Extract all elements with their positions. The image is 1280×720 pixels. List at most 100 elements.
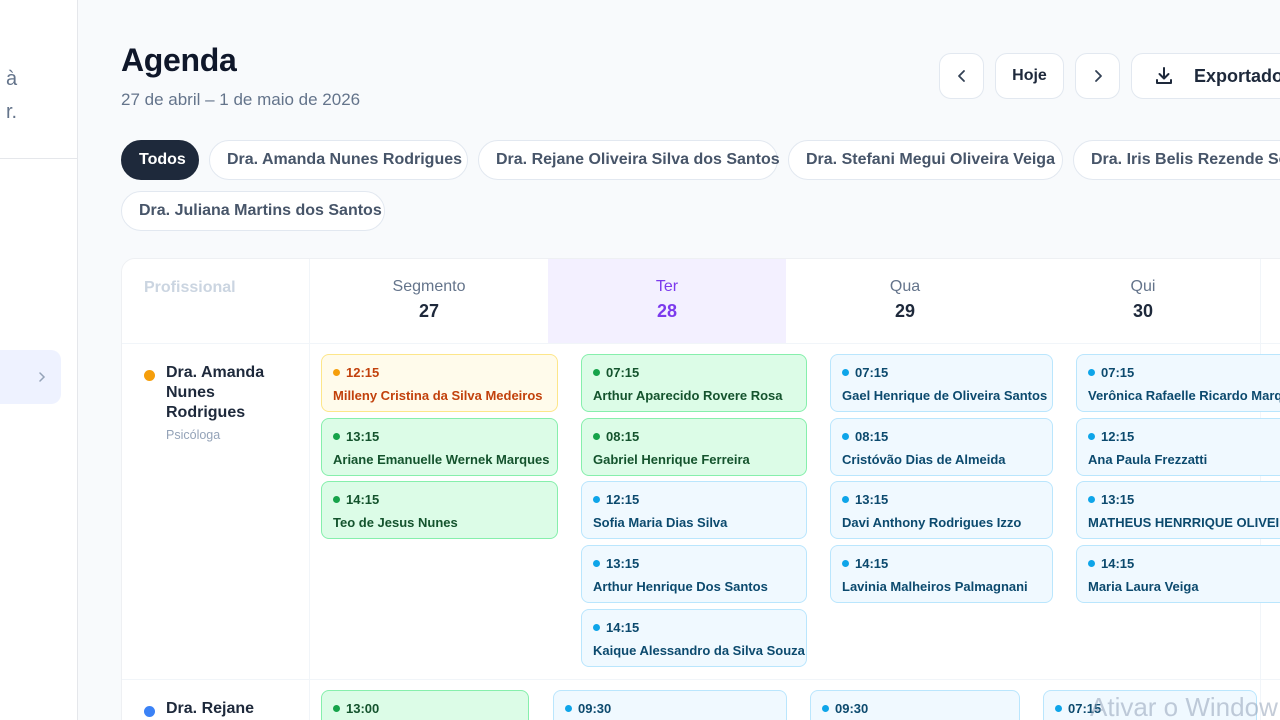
day-header-tue-today[interactable]: Ter 28 xyxy=(548,259,786,343)
professional-name: Dra. Rejane Oliveira Si xyxy=(166,700,255,717)
chevron-right-icon xyxy=(1094,70,1102,82)
appointment-time: 12:15 xyxy=(1101,429,1135,444)
appointment-card[interactable]: 13:00 xyxy=(321,690,529,720)
appointment-card[interactable]: 12:15 Milleny Cristina da Silva Medeiros xyxy=(321,354,558,412)
patient-name: Gabriel Henrique Ferreira xyxy=(593,452,750,467)
date-range: 27 de abril – 1 de maio de 2026 xyxy=(121,90,361,109)
appointment-card[interactable]: 09:30 xyxy=(810,690,1020,720)
professional-role: Psicóloga xyxy=(166,428,221,442)
appointment-card[interactable]: 07:15 Gael Henrique de Oliveira Santos xyxy=(830,354,1053,412)
appointment-card[interactable]: 09:30 xyxy=(553,690,787,720)
status-dot xyxy=(842,369,849,376)
patient-name: Ana Paula Frezzatti xyxy=(1088,452,1208,467)
status-dot xyxy=(593,433,600,440)
row-divider xyxy=(122,343,1280,344)
appointment-card[interactable]: 13:15 Ariane Emanuelle Wernek Marques xyxy=(321,418,558,476)
filter-chip-all[interactable]: Todos xyxy=(121,140,199,180)
status-dot xyxy=(593,560,600,567)
appointment-card[interactable]: 12:15 Sofia Maria Dias Silva xyxy=(581,481,807,539)
day-name: Qua xyxy=(889,278,921,295)
sidebar-text-fragment: à xyxy=(6,68,18,90)
status-dot xyxy=(565,705,572,712)
day-number: 30 xyxy=(1132,301,1154,321)
patient-name: Kaique Alessandro da Silva Souza xyxy=(593,643,805,658)
today-button[interactable]: Hoje xyxy=(995,53,1064,99)
appointment-time: 12:15 xyxy=(606,492,640,507)
appointment-time: 14:15 xyxy=(346,492,380,507)
patient-name: Teo de Jesus Nunes xyxy=(333,515,458,530)
appointment-time: 12:15 xyxy=(346,365,380,380)
appointment-time: 13:15 xyxy=(1101,492,1135,507)
export-button[interactable]: Exportado xyxy=(1131,53,1280,99)
professional-column-header: Profissional xyxy=(144,279,236,296)
appointment-time: 13:00 xyxy=(346,701,380,716)
day-header-wed[interactable]: Qua 29 xyxy=(786,259,1024,343)
appointment-time: 14:15 xyxy=(855,556,889,571)
appointment-card[interactable]: 14:15 Lavinia Malheiros Palmagnani xyxy=(830,545,1053,603)
status-dot xyxy=(1088,369,1095,376)
filter-chip-professional[interactable]: Dra. Iris Belis Rezende Soa xyxy=(1073,140,1280,180)
filter-chip-professional[interactable]: Dra. Juliana Martins dos Santos xyxy=(121,191,385,231)
status-dot xyxy=(333,433,340,440)
chevron-left-icon xyxy=(957,70,965,82)
chevron-right-icon xyxy=(39,372,46,382)
appointment-time: 08:15 xyxy=(855,429,889,444)
patient-name: Davi Anthony Rodrigues Izzo xyxy=(842,515,1022,530)
status-dot xyxy=(1088,560,1095,567)
status-dot xyxy=(1055,705,1062,712)
appointment-card[interactable]: 14:15 Maria Laura Veiga xyxy=(1076,545,1280,603)
status-dot xyxy=(842,560,849,567)
appointment-time: 09:30 xyxy=(835,701,869,716)
patient-name: Verônica Rafaelle Ricardo Marq xyxy=(1088,388,1280,403)
patient-name: Cristóvão Dias de Almeida xyxy=(842,452,1006,467)
patient-name: Maria Laura Veiga xyxy=(1088,579,1199,594)
patient-name: Arthur Henrique Dos Santos xyxy=(593,579,768,594)
appointment-card[interactable]: 14:15 Teo de Jesus Nunes xyxy=(321,481,558,539)
day-number: 27 xyxy=(418,301,440,321)
day-name: Ter xyxy=(655,278,679,295)
appointment-card[interactable]: 13:15 MATHEUS HENRRIQUE OLIVEIR xyxy=(1076,481,1280,539)
appointment-card[interactable]: 07:15 Arthur Aparecido Rovere Rosa xyxy=(581,354,807,412)
appointment-time: 07:15 xyxy=(1101,365,1135,380)
appointment-card[interactable]: 13:15 Arthur Henrique Dos Santos xyxy=(581,545,807,603)
status-dot xyxy=(333,705,340,712)
patient-name: Arthur Aparecido Rovere Rosa xyxy=(593,388,783,403)
patient-name: Ariane Emanuelle Wernek Marques xyxy=(333,452,550,467)
patient-name: Lavinia Malheiros Palmagnani xyxy=(842,579,1028,594)
appointment-time: 13:15 xyxy=(855,492,889,507)
appointment-card[interactable]: 08:15 Cristóvão Dias de Almeida xyxy=(830,418,1053,476)
next-week-button[interactable] xyxy=(1075,53,1120,99)
sidebar: à r. xyxy=(0,0,78,720)
appointment-card[interactable]: 14:15 Kaique Alessandro da Silva Souza xyxy=(581,609,807,667)
appointment-card[interactable]: 13:15 Davi Anthony Rodrigues Izzo xyxy=(830,481,1053,539)
appointment-time: 09:30 xyxy=(578,701,612,716)
status-dot xyxy=(1088,496,1095,503)
appointment-card[interactable]: 12:15 Ana Paula Frezzatti xyxy=(1076,418,1280,476)
prev-week-button[interactable] xyxy=(939,53,984,99)
filter-chip-professional[interactable]: Dra. Stefani Megui Oliveira Veiga xyxy=(788,140,1063,180)
status-dot xyxy=(1088,433,1095,440)
row-divider xyxy=(122,679,1280,680)
status-dot xyxy=(593,496,600,503)
appointment-card[interactable]: 07:15 Verônica Rafaelle Ricardo Marq xyxy=(1076,354,1280,412)
day-header-mon[interactable]: Segmento 27 xyxy=(310,259,548,343)
status-dot xyxy=(822,705,829,712)
day-name: Qui xyxy=(1130,278,1156,295)
calendar-grid: Profissional Segmento 27 Ter 28 Qua 29 Q… xyxy=(121,258,1280,720)
sidebar-item-active[interactable] xyxy=(0,350,61,404)
status-dot xyxy=(333,496,340,503)
activation-watermark: Ativar o Window xyxy=(1090,692,1278,720)
patient-name: MATHEUS HENRRIQUE OLIVEIR xyxy=(1088,515,1280,530)
day-number: 29 xyxy=(894,301,916,321)
filter-chip-professional[interactable]: Dra. Rejane Oliveira Silva dos Santos xyxy=(478,140,780,180)
day-number: 28 xyxy=(656,301,678,321)
day-header-thu[interactable]: Qui 30 xyxy=(1024,259,1262,343)
appointment-time: 07:15 xyxy=(855,365,889,380)
appointment-time: 13:15 xyxy=(606,556,640,571)
column-divider xyxy=(309,259,310,720)
status-dot xyxy=(842,433,849,440)
patient-name: Gael Henrique de Oliveira Santos xyxy=(842,388,1048,403)
appointment-card[interactable]: 08:15 Gabriel Henrique Ferreira xyxy=(581,418,807,476)
status-dot xyxy=(333,369,340,376)
filter-chip-professional[interactable]: Dra. Amanda Nunes Rodrigues xyxy=(209,140,468,180)
